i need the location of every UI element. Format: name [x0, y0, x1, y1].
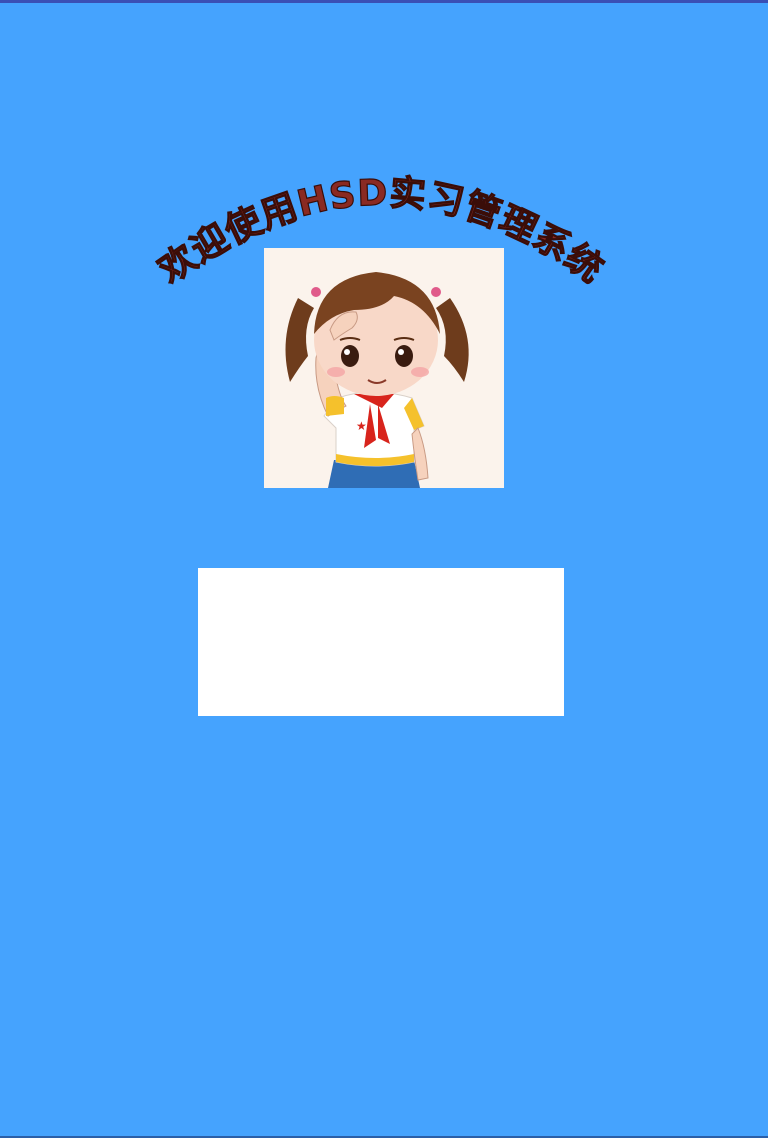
welcome-screen: 欢迎使用HSD实习管理系统 ★ — [0, 0, 768, 1138]
cartoon-girl-icon: ★ — [264, 248, 504, 488]
blank-panel — [198, 568, 564, 716]
avatar-image: ★ — [264, 248, 504, 488]
svg-text:★: ★ — [356, 419, 367, 433]
